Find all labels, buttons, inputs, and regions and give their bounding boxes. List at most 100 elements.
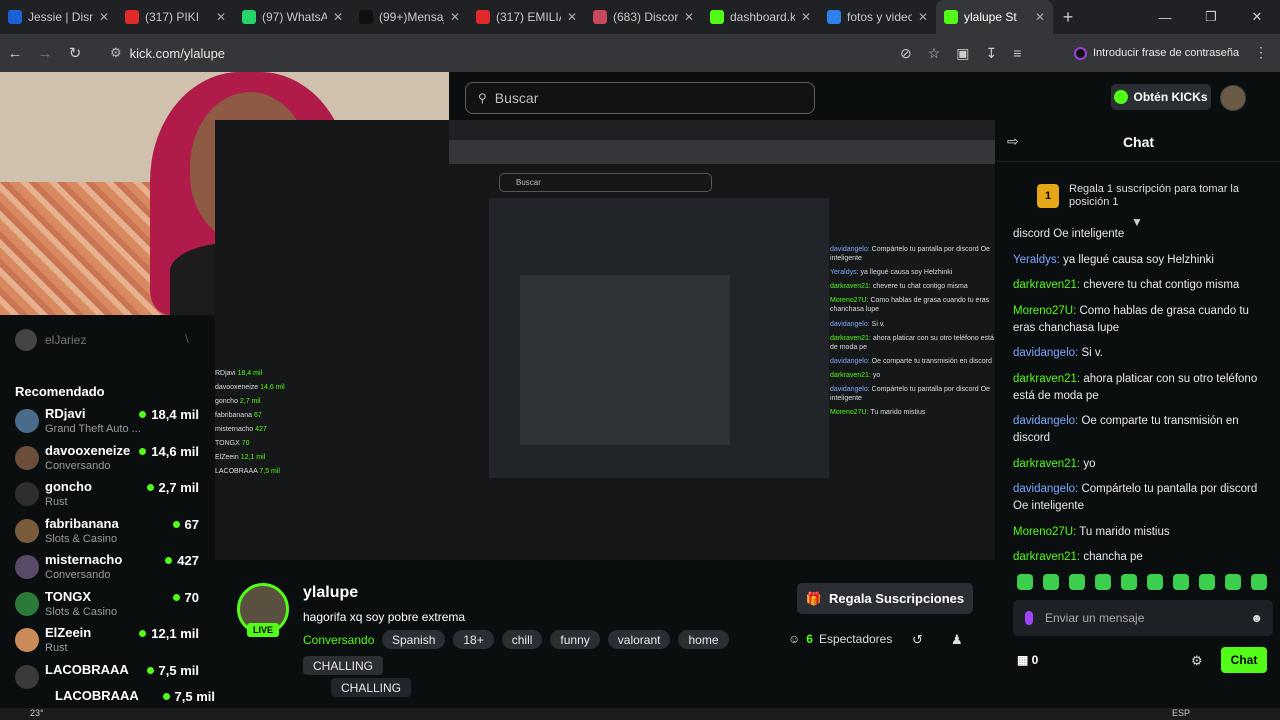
download-icon[interactable]: ↧ (986, 45, 998, 62)
tag-challing-2[interactable]: CHALLING (331, 678, 412, 697)
close-tab-icon[interactable]: ✕ (333, 10, 343, 24)
sidebar-channel-item[interactable]: RDjavi Grand Theft Auto ... 18,4 mil (15, 405, 205, 441)
media-icon[interactable]: ≡ (1013, 45, 1021, 61)
mic-icon[interactable] (1025, 611, 1033, 625)
chat-username[interactable]: davidangelo: (1013, 347, 1078, 359)
passphrase-button[interactable]: Introducir frase de contraseña (1074, 43, 1242, 63)
channel-points[interactable]: ▦ 0 (1017, 653, 1038, 667)
extensions-icon[interactable]: ▣ (956, 45, 969, 62)
stream-tag[interactable]: valorant (607, 630, 671, 649)
close-window-button[interactable]: ✕ (1234, 0, 1280, 34)
browser-tab[interactable]: dashboard.ki ✕ (702, 0, 819, 34)
streamer-name[interactable]: ylalupe (303, 584, 358, 602)
maximize-button[interactable]: ❐ (1188, 0, 1234, 34)
chat-message: Moreno27U: Tu marido mistius (1013, 525, 1170, 538)
stream-tag[interactable]: funny (550, 630, 600, 649)
stream-tag[interactable]: chill (501, 630, 543, 649)
tracking-icon[interactable]: ⊘ (900, 45, 912, 62)
emote-icon[interactable] (1225, 574, 1241, 590)
browser-tab[interactable]: (317) PIKI ✕ (117, 0, 234, 34)
chat-username[interactable]: Moreno27U: (1013, 526, 1076, 538)
bookmark-star-icon[interactable]: ☆ (928, 45, 941, 62)
browser-tab[interactable]: (317) EMILIA ✕ (468, 0, 585, 34)
search-input[interactable]: ⚲ Buscar (465, 82, 815, 114)
gift-subs-button[interactable]: 🎁 Regala Suscripciones (797, 583, 973, 614)
sidebar-channel-item[interactable]: LACOBRAAA 7,5 mil (25, 687, 215, 708)
sidebar-channel-item[interactable]: fabribanana Slots & Casino 67 (15, 515, 205, 551)
browser-tabbar: Jessie | Disne✕(317) PIKI✕(97) WhatsAp✕(… (0, 0, 1280, 34)
emote-icon[interactable] (1199, 574, 1215, 590)
sidebar-user[interactable]: elJariez (15, 329, 86, 351)
language-indicator[interactable]: ESP (1172, 708, 1190, 718)
chat-username[interactable]: darkraven21: (1013, 458, 1080, 470)
url-field[interactable]: ⚙ kick.com/ylalupe (104, 40, 984, 66)
emote-icon[interactable] (1069, 574, 1085, 590)
user-avatar[interactable] (1220, 85, 1246, 111)
sidebar-channel-item[interactable]: davooxeneize Conversando 14,6 mil (15, 442, 205, 478)
chat-username[interactable]: darkraven21: (1013, 551, 1080, 563)
share-icon[interactable]: ↺ (912, 632, 923, 648)
browser-tab[interactable]: ylalupe St ✕ (936, 0, 1053, 34)
avatar (15, 518, 39, 543)
chat-username[interactable]: Yeraldys: (1013, 254, 1060, 266)
close-tab-icon[interactable]: ✕ (684, 10, 694, 24)
browser-tab[interactable]: (99+)Mensaje✕ (351, 0, 468, 34)
close-tab-icon[interactable]: ✕ (99, 10, 109, 24)
weather-widget[interactable]: 23° (30, 708, 44, 718)
stream-tag[interactable]: home (678, 630, 729, 649)
close-tab-icon[interactable]: ✕ (918, 10, 928, 24)
site-info-icon[interactable]: ⚙ (110, 45, 122, 61)
emote-icon[interactable] (1017, 574, 1033, 590)
pinned-gift-banner[interactable]: 1 Regala 1 suscripción para tomar la pos… (997, 172, 1280, 220)
browser-tab[interactable]: fotos y video ✕ (819, 0, 936, 34)
reload-icon[interactable]: ↻ (60, 44, 90, 62)
browser-menu-icon[interactable]: ⋮ (1254, 44, 1268, 61)
chat-message: Yeraldys: ya llegué causa soy Helzhinki (1013, 253, 1214, 266)
minimize-button[interactable]: — (1142, 0, 1188, 34)
close-tab-icon[interactable]: ✕ (1035, 10, 1045, 24)
stream-tag[interactable]: 18+ (453, 630, 494, 649)
close-tab-icon[interactable]: ✕ (216, 10, 226, 24)
search-placeholder: Buscar (494, 90, 539, 106)
new-tab-button[interactable]: + (1053, 7, 1083, 28)
emoji-icon[interactable]: ☻ (1250, 611, 1263, 625)
stream-video[interactable]: Buscar davidangelo: Compártelo tu pantal… (215, 120, 995, 560)
forward-icon[interactable]: → (30, 45, 60, 62)
close-tab-icon[interactable]: ✕ (801, 10, 811, 24)
sidebar-channel-item[interactable]: ElZeein Rust 12,1 mil (15, 624, 205, 660)
sidebar-channel-item[interactable]: misternacho Conversando 427 (15, 551, 205, 587)
chat-input[interactable]: Enviar un mensaje ☻ (1013, 600, 1273, 636)
emote-icon[interactable] (1147, 574, 1163, 590)
emote-icon[interactable] (1173, 574, 1189, 590)
tag-challing[interactable]: CHALLING (303, 656, 384, 675)
embedded-recommended-item: ElZeein 12,1 mil (215, 454, 266, 461)
embedded-recommended-item: goncho 2,7 mil (215, 398, 261, 405)
chat-username[interactable]: darkraven21: (1013, 279, 1080, 291)
live-dot-icon (172, 520, 180, 528)
chat-username[interactable]: darkraven21: (1013, 373, 1080, 385)
get-kicks-button[interactable]: Obtén KICKs (1111, 84, 1211, 110)
chat-messages: discord Oe inteligente Yeraldys: ya llegu… (1013, 226, 1269, 575)
close-tab-icon[interactable]: ✕ (450, 10, 460, 24)
chat-username[interactable]: davidangelo: (1013, 415, 1078, 427)
embedded-chat-message: davidangelo: Oe comparte tu transmisión … (830, 357, 992, 365)
close-tab-icon[interactable]: ✕ (567, 10, 577, 24)
browser-tab[interactable]: Jessie | Disne✕ (0, 0, 117, 34)
chat-send-button[interactable]: Chat (1221, 647, 1267, 673)
chat-username[interactable]: davidangelo: (1013, 483, 1078, 495)
emote-icon[interactable] (1043, 574, 1059, 590)
browser-tab[interactable]: (97) WhatsAp✕ (234, 0, 351, 34)
browser-tab[interactable]: (683) Discord ✕ (585, 0, 702, 34)
follow-icon[interactable]: ♟ (951, 632, 963, 648)
emote-icon[interactable] (1095, 574, 1111, 590)
back-icon[interactable]: ← (0, 45, 30, 62)
sidebar-channel-item[interactable]: goncho Rust 2,7 mil (15, 478, 205, 514)
chat-username[interactable]: Moreno27U: (1013, 305, 1076, 317)
gear-icon[interactable]: ⚙ (1191, 653, 1203, 669)
stream-tag[interactable]: Spanish (382, 630, 446, 649)
emote-icon[interactable] (1251, 574, 1267, 590)
sidebar-channel-item[interactable]: TONGX Slots & Casino 70 (15, 588, 205, 624)
collapse-sidebar-icon[interactable]: ⧵ (185, 332, 189, 347)
stream-category[interactable]: Conversando (303, 633, 374, 647)
emote-icon[interactable] (1121, 574, 1137, 590)
